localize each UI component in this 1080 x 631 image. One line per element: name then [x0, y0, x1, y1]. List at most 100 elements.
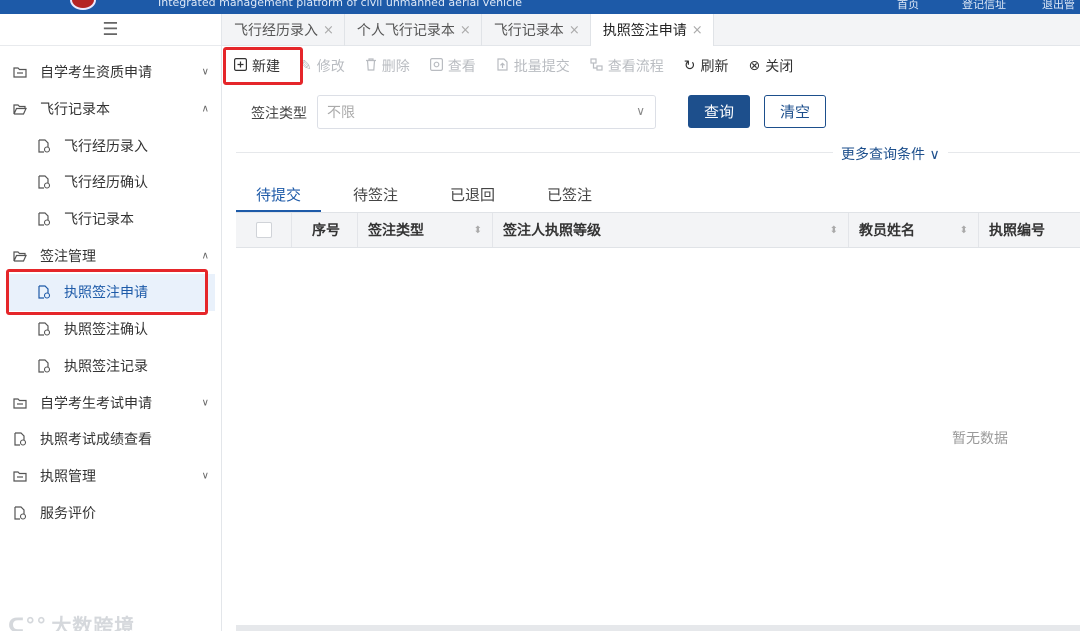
flow-icon — [590, 57, 603, 75]
sidebar-item-label: 执照管理 — [40, 468, 96, 485]
sidebar-menu: 自学考生资质申请 ∨ 飞行记录本 ∧ 飞行经历录入 飞行经历确认 飞行记录本 签… — [0, 46, 221, 531]
tab-license-endorsement-application[interactable]: 执照签注申请 × — [590, 14, 714, 46]
sidebar-item-label: 执照签注确认 — [64, 322, 148, 339]
tab-endorsed[interactable]: 已签注 — [527, 176, 612, 212]
nav-home-link[interactable]: 首页 — [897, 0, 919, 12]
more-conditions-link[interactable]: 更多查询条件 ∨ — [833, 144, 948, 164]
close-icon[interactable]: × — [323, 23, 334, 38]
edit-button[interactable]: ✎ 修改 — [300, 56, 345, 76]
column-label: 签注类型 — [368, 223, 424, 239]
column-label: 签注人执照等级 — [503, 223, 601, 239]
query-button[interactable]: 查询 — [688, 95, 750, 128]
sidebar-item-self-study-qualification[interactable]: 自学考生资质申请 ∨ — [0, 54, 221, 91]
chevron-up-icon: ∧ — [201, 250, 209, 262]
menu-toggle-icon[interactable]: ☰ — [0, 14, 221, 46]
more-conditions-label: 更多查询条件 — [841, 147, 925, 163]
sidebar-item-flight-logbook[interactable]: 飞行记录本 — [0, 201, 221, 238]
view-button[interactable]: 查看 — [429, 56, 476, 76]
table-header: 序号 签注类型 ⬍ 签注人执照等级 ⬍ 教员姓名 ⬍ 执照编号 — [236, 212, 1080, 248]
sidebar-item-license-endorsement-confirm[interactable]: 执照签注确认 — [0, 311, 221, 348]
column-header-endorser-license-level[interactable]: 签注人执照等级 ⬍ — [493, 213, 849, 247]
sidebar-item-endorsement-management[interactable]: 签注管理 ∧ — [0, 237, 221, 274]
close-button[interactable]: ⊗ 关闭 — [748, 56, 793, 76]
sidebar-item-flight-experience-entry[interactable]: 飞行经历录入 — [0, 127, 221, 164]
folder-icon — [12, 65, 28, 79]
chevron-down-icon: ∨ — [201, 66, 209, 78]
upload-icon — [496, 57, 509, 75]
sidebar-item-flight-logbook-group[interactable]: 飞行记录本 ∧ — [0, 91, 221, 128]
tab-pending-endorse[interactable]: 待签注 — [333, 176, 418, 212]
view-flow-button[interactable]: 查看流程 — [590, 56, 664, 76]
tab-flight-experience-entry[interactable]: 飞行经历录入 × — [222, 14, 345, 46]
header-subtitle: Integrated management platform of civil … — [158, 0, 522, 9]
sidebar-item-label: 飞行经历录入 — [64, 138, 148, 155]
divider — [236, 152, 1080, 153]
sidebar-item-flight-experience-confirm[interactable]: 飞行经历确认 — [0, 164, 221, 201]
sort-icon[interactable]: ⬍ — [960, 225, 968, 236]
document-icon — [36, 175, 52, 190]
logo-icon — [70, 0, 96, 10]
document-icon — [12, 432, 28, 446]
sidebar-item-label: 服务评价 — [40, 505, 96, 522]
sort-icon[interactable]: ⬍ — [830, 225, 838, 236]
refresh-icon: ↻ — [683, 58, 696, 74]
delete-button[interactable]: 删除 — [365, 56, 410, 76]
sidebar-item-license-management[interactable]: 执照管理 ∨ — [0, 458, 221, 495]
sidebar-item-license-endorsement-record[interactable]: 执照签注记录 — [0, 348, 221, 385]
sidebar-item-label: 飞行记录本 — [64, 212, 134, 229]
sort-icon[interactable]: ⬍ — [474, 225, 482, 236]
trash-icon — [365, 57, 377, 75]
endorsement-type-select[interactable]: 不限 ∨ — [317, 95, 656, 129]
document-icon — [36, 359, 52, 373]
sidebar-item-label: 飞行记录本 — [40, 102, 110, 119]
horizontal-scrollbar[interactable] — [236, 625, 1080, 631]
folder-icon — [12, 469, 28, 483]
chevron-down-icon: ∨ — [929, 147, 940, 163]
tab-flight-logbook[interactable]: 飞行记录本 × — [482, 14, 591, 46]
refresh-button[interactable]: ↻ 刷新 — [684, 56, 729, 76]
sidebar-item-service-evaluation[interactable]: 服务评价 — [0, 494, 221, 531]
nav-logout-link[interactable]: 退出管 — [1042, 0, 1075, 12]
select-all-checkbox[interactable] — [255, 222, 272, 238]
chevron-down-icon: ∨ — [201, 397, 209, 409]
sidebar-item-self-study-exam-application[interactable]: 自学考生考试申请 ∨ — [0, 384, 221, 421]
close-icon[interactable]: × — [569, 23, 580, 38]
nav-link-2[interactable]: 登记信址 — [962, 0, 1006, 12]
tab-pending-submit[interactable]: 待提交 — [236, 176, 322, 212]
edit-button-label: 修改 — [316, 59, 345, 75]
delete-button-label: 删除 — [381, 59, 410, 75]
column-label: 序号 — [312, 223, 340, 239]
sidebar-item-label: 飞行经历确认 — [64, 175, 148, 192]
tab-personal-flight-logbook[interactable]: 个人飞行记录本 × — [345, 14, 482, 46]
column-header-instructor-name[interactable]: 教员姓名 ⬍ — [849, 213, 979, 247]
sidebar-item-license-endorsement-application[interactable]: 执照签注申请 — [6, 274, 215, 311]
close-button-label: 关闭 — [765, 59, 794, 75]
view-icon — [429, 57, 443, 75]
document-icon — [36, 285, 52, 300]
watermark-logo-icon: ᑕ°° — [8, 612, 48, 631]
new-button[interactable]: 新建 — [234, 56, 280, 76]
select-placeholder: 不限 — [327, 105, 355, 121]
folder-open-icon — [12, 102, 28, 116]
tab-returned[interactable]: 已退回 — [430, 176, 515, 212]
batch-submit-button[interactable]: 批量提交 — [496, 56, 570, 76]
close-icon[interactable]: × — [692, 23, 703, 38]
clear-button[interactable]: 清空 — [764, 95, 826, 128]
toolbar: 新建 ✎ 修改 删除 查看 批量提交 查看流程 ↻ 刷新 ⊗ 关闭 — [222, 46, 1080, 86]
filter-label: 签注类型 — [251, 106, 307, 122]
plus-square-icon — [234, 57, 248, 75]
column-header-endorsement-type[interactable]: 签注类型 ⬍ — [358, 213, 493, 247]
close-icon[interactable]: × — [460, 23, 471, 38]
status-tabs: 待提交 待签注 已退回 已签注 — [236, 176, 624, 212]
edit-icon: ✎ — [300, 58, 312, 74]
column-header-index[interactable]: 序号 — [292, 213, 358, 247]
batch-submit-button-label: 批量提交 — [513, 59, 570, 75]
column-header-license-number[interactable]: 执照编号 — [979, 213, 1080, 247]
sidebar-item-label: 执照签注记录 — [64, 358, 148, 375]
sidebar-item-label: 自学考生考试申请 — [40, 395, 152, 412]
watermark: ᑕ°° 大数跨境 — [8, 610, 135, 631]
view-button-label: 查看 — [447, 59, 476, 75]
document-icon — [36, 322, 52, 336]
sidebar-item-license-exam-results[interactable]: 执照考试成绩查看 — [0, 421, 221, 458]
sidebar-item-label: 执照考试成绩查看 — [40, 432, 152, 449]
